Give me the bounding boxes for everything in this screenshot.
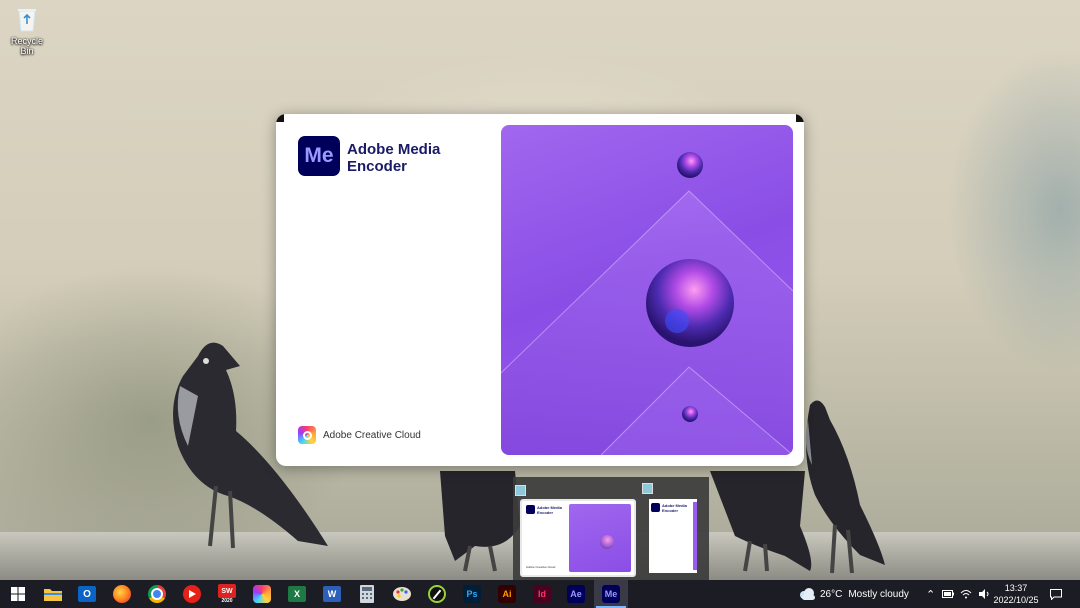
after-effects-icon[interactable]: Ae (565, 583, 587, 605)
start-icon[interactable] (7, 583, 29, 605)
cloudy-icon (800, 588, 815, 600)
window-icon (642, 483, 653, 494)
thumbnail-app-name: Adobe Media Encoder (662, 503, 687, 513)
excel-icon[interactable]: X (286, 583, 308, 605)
thumbnail-window-2[interactable]: Adobe Media Encoder (642, 483, 697, 573)
taskbar: O SW 2020 X W Ps Ai Id Ae Me 26°C Mostly… (0, 580, 1080, 608)
media-encoder-splash-screen: Me Adobe Media Encoder Adobe Creative Cl… (276, 114, 804, 466)
notification-icon (1050, 588, 1062, 600)
large-sphere (646, 259, 734, 347)
wifi-icon[interactable] (960, 589, 972, 599)
bottom-sphere (682, 406, 698, 422)
app-name: Adobe Media Encoder (347, 141, 441, 175)
youtube-icon[interactable] (181, 583, 203, 605)
outlook-icon[interactable]: O (76, 583, 98, 605)
crow-middle (440, 471, 520, 572)
weather-description: Mostly cloudy (848, 588, 909, 600)
creative-cloud-branding: Adobe Creative Cloud (298, 426, 421, 444)
thumbnail-window-1[interactable]: Adobe Media Encoder Adobe Creative Cloud (515, 485, 636, 577)
weather-widget[interactable]: 26°C Mostly cloudy (798, 580, 909, 608)
system-clock[interactable]: 13:37 2022/10/25 (986, 582, 1046, 606)
chevron-up-icon[interactable]: ⌃ (926, 588, 935, 601)
creative-cloud-label: Adobe Creative Cloud (323, 429, 421, 441)
calculator-icon[interactable] (356, 583, 378, 605)
word-icon[interactable]: W (321, 583, 343, 605)
indesign-icon[interactable]: Id (531, 583, 553, 605)
thumbnail-footer: Adobe Creative Cloud (526, 565, 556, 569)
inkscape-icon[interactable] (426, 583, 448, 605)
creative-cloud-icon[interactable] (251, 583, 273, 605)
chrome-icon[interactable] (146, 583, 168, 605)
logo-text: Me (304, 144, 334, 167)
photoshop-icon[interactable]: Ps (461, 583, 483, 605)
recycle-bin-shortcut[interactable]: Recycle Bin (4, 6, 50, 56)
battery-icon[interactable] (942, 590, 955, 598)
splash-artwork (501, 125, 793, 455)
file-explorer-icon[interactable] (42, 583, 64, 605)
solidworks-icon[interactable]: SW 2020 (216, 583, 238, 605)
creative-cloud-icon (298, 426, 316, 444)
firefox-icon[interactable] (111, 583, 133, 605)
media-encoder-icon[interactable]: Me (600, 583, 622, 605)
top-sphere (677, 152, 703, 178)
media-encoder-logo: Me (298, 136, 340, 176)
recycle-bin-icon (16, 6, 38, 32)
paint-icon[interactable] (391, 583, 413, 605)
window-icon (515, 485, 526, 496)
crow-right-2 (805, 400, 885, 574)
recycle-bin-label: Recycle Bin (10, 36, 43, 56)
illustrator-icon[interactable]: Ai (496, 583, 518, 605)
notifications-button[interactable] (1050, 580, 1062, 608)
taskbar-thumbnail-preview: Adobe Media Encoder Adobe Creative Cloud… (513, 477, 709, 580)
clock-date: 2022/10/25 (993, 595, 1039, 605)
clock-time: 13:37 (1004, 583, 1028, 593)
weather-temperature: 26°C (820, 588, 843, 600)
